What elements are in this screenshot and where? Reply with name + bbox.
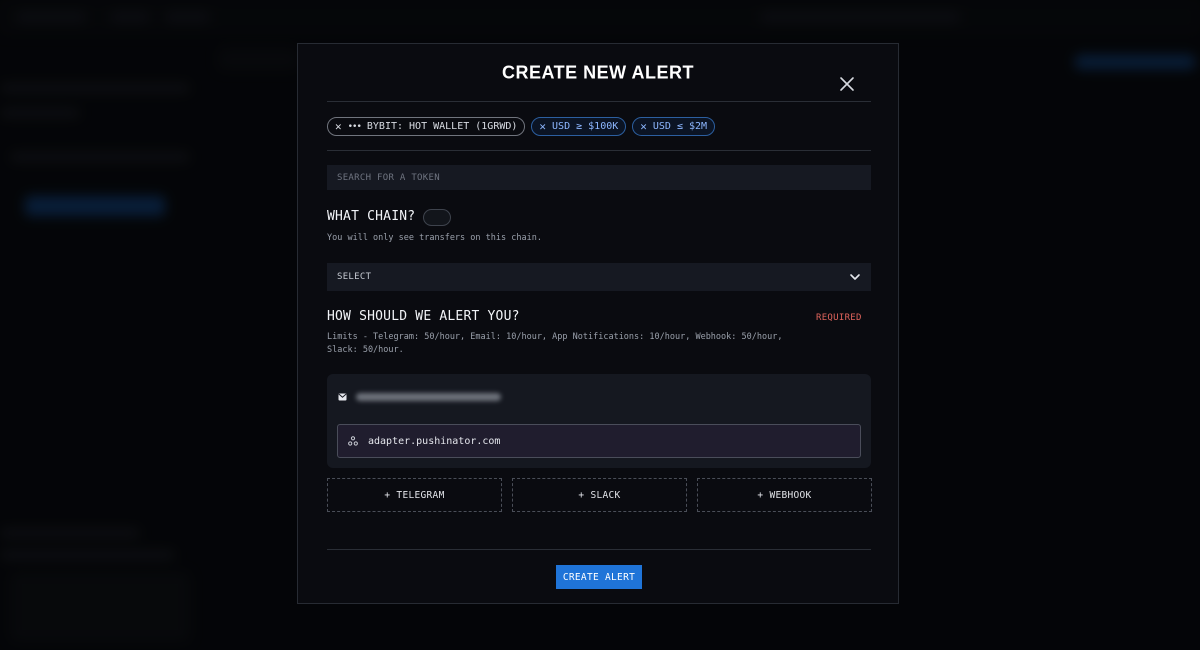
alert-channels-panel: adapter.pushinator.com <box>327 374 871 468</box>
create-alert-button[interactable]: CREATE ALERT <box>556 565 642 589</box>
add-telegram-button[interactable]: + TELEGRAM <box>327 478 502 512</box>
filter-chip-usd-min[interactable]: ✕ USD ≥ $100K <box>531 117 627 136</box>
chain-toggle[interactable] <box>423 209 451 226</box>
filter-chip-usd-max[interactable]: ✕ USD ≤ $2M <box>632 117 716 136</box>
add-channel-buttons: + TELEGRAM + SLACK + WEBHOOK <box>327 478 872 512</box>
chain-section-title: WHAT CHAIN? <box>327 209 416 224</box>
chain-helper-text: You will only see transfers on this chai… <box>327 233 542 243</box>
x-icon[interactable]: ✕ <box>335 121 342 132</box>
filter-chips: ✕ ••• BYBIT: HOT WALLET (1GRWD) ✕ USD ≥ … <box>327 117 716 136</box>
token-search-input[interactable] <box>327 165 871 190</box>
filter-chip-label: BYBIT: HOT WALLET (1GRWD) <box>366 121 518 132</box>
chain-select-value: SELECT <box>337 272 372 282</box>
create-alert-modal: CREATE NEW ALERT ✕ ••• BYBIT: HOT WALLET… <box>297 43 899 604</box>
add-slack-button[interactable]: + SLACK <box>512 478 687 512</box>
filter-chip-label: USD ≤ $2M <box>652 121 708 132</box>
x-icon[interactable]: ✕ <box>539 121 546 132</box>
filter-chip-label: USD ≥ $100K <box>552 121 619 132</box>
redacted-email <box>356 393 501 401</box>
add-webhook-button[interactable]: + WEBHOOK <box>697 478 872 512</box>
webhook-icon <box>348 436 358 446</box>
x-icon[interactable]: ✕ <box>640 121 647 132</box>
webhook-url: adapter.pushinator.com <box>368 435 501 447</box>
alert-section-title: HOW SHOULD WE ALERT YOU? <box>327 309 520 324</box>
mail-icon <box>338 393 347 401</box>
filter-chip-wallet[interactable]: ✕ ••• BYBIT: HOT WALLET (1GRWD) <box>327 117 526 136</box>
more-dots-icon: ••• <box>347 121 362 132</box>
alert-limits-text: Limits - Telegram: 50/hour, Email: 10/ho… <box>327 332 783 355</box>
webhook-channel[interactable]: adapter.pushinator.com <box>337 424 861 458</box>
divider <box>327 101 871 102</box>
close-icon <box>840 77 854 91</box>
divider <box>327 150 871 151</box>
email-channel[interactable] <box>338 393 501 401</box>
modal-title: CREATE NEW ALERT <box>502 61 694 83</box>
chevron-down-icon <box>850 274 860 280</box>
divider <box>327 549 871 550</box>
close-button[interactable] <box>837 74 857 94</box>
required-badge: REQUIRED <box>816 313 862 323</box>
chain-select[interactable]: SELECT <box>327 263 871 291</box>
